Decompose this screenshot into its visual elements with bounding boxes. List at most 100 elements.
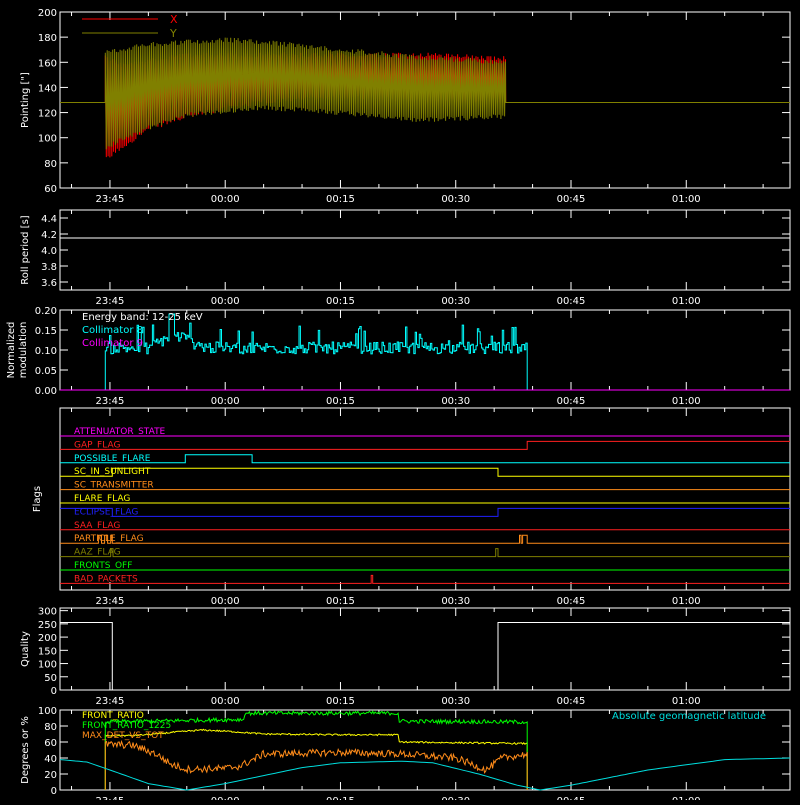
- modulation-time-label: 01:00: [672, 396, 701, 407]
- roll-ytick-label: 4.4: [41, 214, 57, 225]
- modulation-time-label: 23:45: [96, 396, 125, 407]
- pointing-ytick-label: 200: [38, 8, 57, 19]
- collimator8-trace: [104, 313, 528, 390]
- pointing-ytick-label: 60: [44, 184, 57, 195]
- quality-ytick-label: 150: [38, 646, 57, 657]
- pointing-series-y: [60, 37, 790, 150]
- roll-ytick-label: 4.2: [41, 230, 57, 241]
- collimator9-legend-label: Collimator 9: [82, 338, 143, 349]
- quality-time-label: 01:00: [672, 696, 701, 707]
- modulation-ytick-label: 0.00: [35, 386, 57, 397]
- modulation-ytick-label: 0.15: [35, 326, 57, 337]
- quality-frame: [59, 607, 791, 691]
- chart-canvas: 23:45 00:00 00:15 00:30 00:45 01:00 60 80 100 120…: [6, 8, 791, 805]
- ratio-series-absolute-geomagnetic-latitude: [59, 757, 791, 791]
- flag-label-bad-packets: BAD_PACKETS: [74, 574, 138, 584]
- modulation-time-label: 00:45: [557, 396, 586, 407]
- roll-ytick-label: 4.0: [41, 246, 57, 257]
- modulation-ytick-label: 0.05: [35, 366, 57, 377]
- quality-ytick-label: 250: [38, 620, 57, 631]
- modulation-ylabel: Normalized: [6, 322, 17, 379]
- flags-time-label: 00:45: [557, 596, 586, 607]
- roll-frame: [59, 209, 791, 291]
- flag-label-possible-flare: POSSIBLE_FLARE: [74, 454, 151, 464]
- roll-ytick-label: 3.6: [41, 278, 57, 289]
- flag-label-flare-flag: FLARE_FLAG: [74, 494, 130, 504]
- modulation-ytick-label: 0.10: [35, 346, 57, 357]
- roll-time-label: 23:45: [96, 296, 125, 307]
- flag-line-aaz-flag: [60, 548, 790, 558]
- ratios-ytick-label: 20: [44, 770, 57, 781]
- pointing-ylabel: Pointing ["]: [20, 72, 31, 128]
- pointing-time-label: 23:45: [96, 194, 125, 205]
- flags-time-label: 00:15: [326, 596, 355, 607]
- energy-band-annotation: Energy band: 12-25 keV: [82, 312, 203, 323]
- ratios-ytick-label: 0: [51, 786, 57, 797]
- quality-ytick-label: 0: [51, 686, 57, 697]
- pointing-ytick-label: 80: [44, 159, 57, 170]
- ratio-legend-front-ratio-1225: FRONT_RATIO_1225: [82, 721, 171, 731]
- quality-time-label: 00:30: [441, 696, 470, 707]
- quality-ytick-label: 100: [38, 660, 57, 671]
- ratios-time-label: 23:45: [96, 796, 125, 800]
- flag-label-eclipse-flag: ECLIPSE_FLAG: [74, 507, 138, 517]
- flag-label-fronts-off: FRONTS_OFF: [74, 561, 132, 571]
- ratios-ytick-label: 40: [44, 754, 57, 765]
- flag-line-possible-flare: [60, 454, 790, 464]
- quality-ylabel: Quality: [20, 631, 31, 667]
- ratios-time-label: 00:30: [441, 796, 470, 800]
- flags-time-label: 00:30: [441, 596, 470, 607]
- quality-time-label: 00:15: [326, 696, 355, 707]
- roll-time-label: 00:00: [211, 296, 240, 307]
- pointing-ytick-label: 180: [38, 33, 57, 44]
- ratios-time-label: 00:00: [211, 796, 240, 800]
- ratio-legend-front-ratio: FRONT_RATIO: [82, 711, 144, 721]
- ratio-legend-max-det-vs-tot: MAX_DET_VS_TOT: [82, 731, 164, 741]
- roll-ytick-label: 3.8: [41, 262, 57, 273]
- pointing-time-label: 00:45: [557, 194, 586, 205]
- pointing-time-label: 00:15: [326, 194, 355, 205]
- pointing-ytick-label: 140: [38, 83, 57, 94]
- roll-time-label: 00:30: [441, 296, 470, 307]
- ratios-time-label: 00:15: [326, 796, 355, 800]
- flag-label-gap-flag: GAP_FLAG: [74, 440, 120, 450]
- flag-label-sc-transmitter: SC_TRANSMITTER: [74, 481, 154, 491]
- flag-line-bad-packets: [60, 574, 790, 584]
- modulation-ylabel-2: modulation: [18, 322, 29, 379]
- roll-time-label: 00:45: [557, 296, 586, 307]
- ratios-ytick-label: 100: [38, 706, 57, 717]
- quality-time-label: 00:45: [557, 696, 586, 707]
- ratio-legend-geomag-latitude: Absolute geomagnetic latitude: [612, 711, 766, 722]
- pointing-time-label: 01:00: [672, 194, 701, 205]
- pointing-time-label: 00:30: [441, 194, 470, 205]
- flag-label-attenuator-state: ATTENUATOR_STATE: [74, 427, 166, 437]
- modulation-ytick-label: 0.20: [35, 306, 57, 317]
- quality-line: [60, 622, 790, 691]
- quality-ytick-label: 50: [44, 673, 57, 684]
- flag-label-aaz-flag: AAZ_FLAG: [74, 548, 121, 558]
- modulation-time-label: 00:30: [441, 396, 470, 407]
- flag-line-sc-in-sunlight: [60, 467, 790, 477]
- flags-frame: [59, 407, 791, 591]
- collimator8-legend-label: Collimator 8: [82, 325, 143, 336]
- flag-line-particle-flag: [60, 534, 790, 544]
- flags-time-label: 01:00: [672, 596, 701, 607]
- ratio-series-front-ratio: [104, 728, 528, 790]
- modulation-time-label: 00:00: [211, 396, 240, 407]
- ratios-time-label: 01:00: [672, 796, 701, 800]
- roll-ylabel: Roll period [s]: [20, 215, 31, 284]
- quality-ytick-label: 200: [38, 633, 57, 644]
- flag-label-saa-flag: SAA_FLAG: [74, 521, 120, 531]
- flag-line-gap-flag: [60, 440, 790, 450]
- flags-time-label: 23:45: [96, 596, 125, 607]
- roll-time-label: 00:15: [326, 296, 355, 307]
- pointing-ytick-label: 160: [38, 58, 57, 69]
- quality-time-label: 23:45: [96, 696, 125, 707]
- flag-label-sc-in-sunlight: SC_IN_SUNLIGHT: [74, 467, 151, 477]
- flags-time-label: 00:00: [211, 596, 240, 607]
- pointing-legend-label-y: Y: [169, 27, 177, 40]
- rhessi-quicklook-chart: 23:45 00:00 00:15 00:30 00:45 01:00 60 80 100 120…: [0, 0, 800, 805]
- ratios-time-label: 00:45: [557, 796, 586, 800]
- modulation-time-label: 00:15: [326, 396, 355, 407]
- quality-ytick-label: 300: [38, 607, 57, 618]
